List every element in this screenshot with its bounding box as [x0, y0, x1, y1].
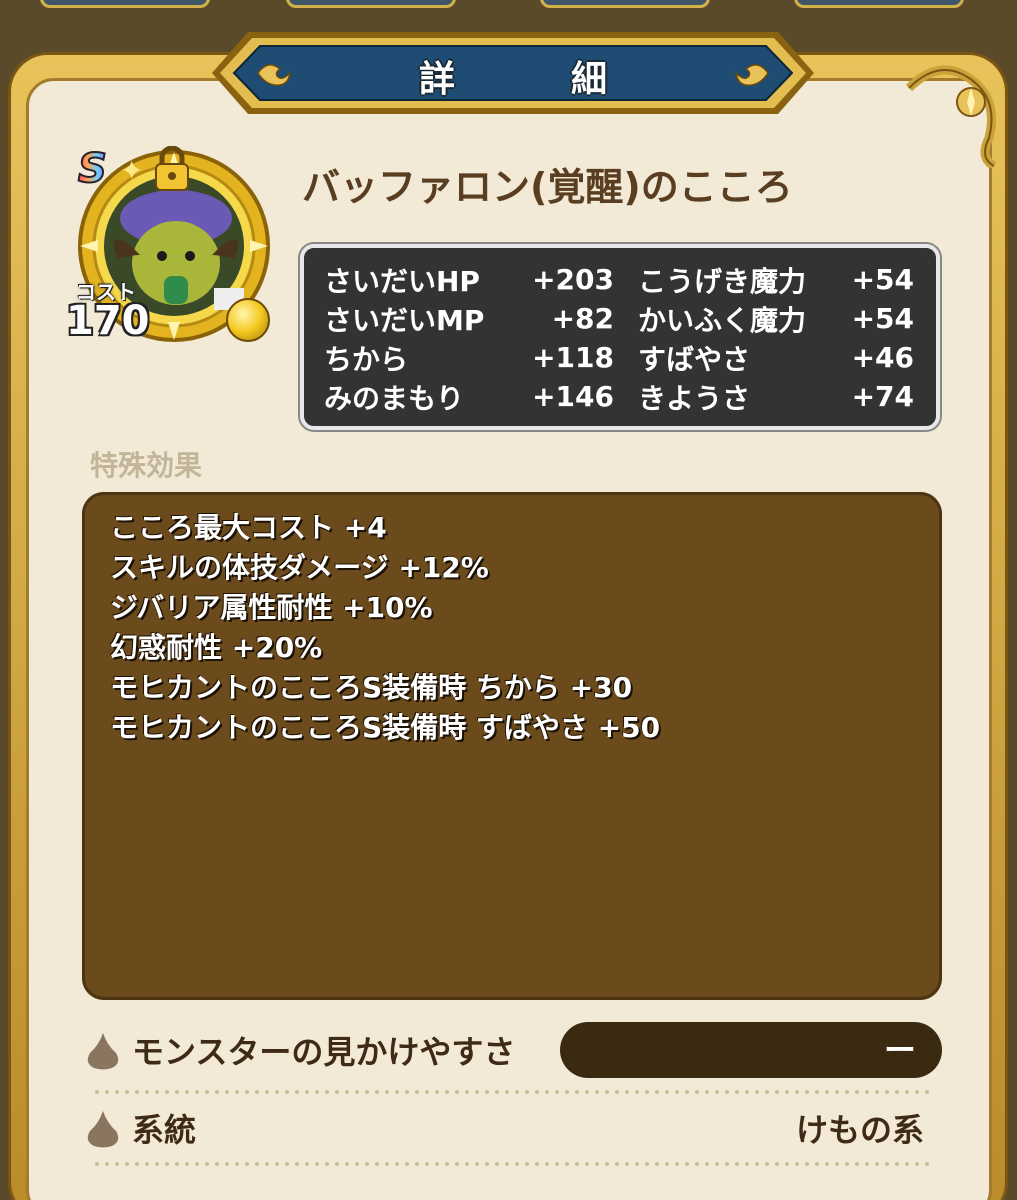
lineage-value: けもの系 — [795, 1111, 924, 1149]
effect-line: 幻惑耐性 +20% — [110, 631, 323, 664]
stat-label: さいだいHP — [324, 264, 480, 298]
dotted-divider — [92, 1162, 932, 1166]
rank-badge: S — [77, 145, 108, 193]
effects-heading: 特殊効果 — [90, 449, 203, 482]
stat-label: さいだいMP — [324, 303, 485, 337]
stat-label: かいふく魔力 — [638, 303, 807, 337]
effect-line: スキルの体技ダメージ +12% — [110, 551, 489, 584]
stat-value: +146 — [532, 380, 614, 413]
lineage-label: 系統 — [132, 1111, 197, 1149]
visibility-value[interactable]: ー — [560, 1022, 942, 1078]
stat-value: +46 — [851, 341, 914, 374]
effect-line: モヒカントのこころS装備時 すばやさ +50 — [110, 711, 661, 744]
corner-ornament-icon — [905, 65, 997, 168]
stat-label: きようさ — [638, 381, 751, 415]
sparkle-icon: ✦ — [120, 154, 144, 187]
stat-value: +82 — [551, 302, 614, 335]
stat-label: こうげき魔力 — [638, 264, 807, 298]
effects-box[interactable]: こころ最大コスト +4 スキルの体技ダメージ +12% ジバリア属性耐性 +10… — [82, 492, 942, 1000]
window-title: 詳 細 — [418, 59, 647, 100]
stat-label: すばやさ — [638, 342, 751, 376]
drop-bullet-icon — [87, 1111, 119, 1148]
lock-icon[interactable] — [152, 146, 192, 192]
top-tab — [540, 0, 710, 8]
stat-row: ちから +118 すばやさ +46 — [324, 338, 916, 377]
stat-label: ちから — [324, 342, 409, 376]
effect-line: こころ最大コスト +4 — [110, 511, 387, 544]
title-banner: 詳 細 — [208, 26, 818, 120]
stat-row: さいだいHP +203 こうげき魔力 +54 — [324, 260, 916, 299]
visibility-row: モンスターの見かけやすさ ー — [82, 1018, 942, 1082]
drop-bullet-icon — [87, 1033, 119, 1070]
stat-value: +118 — [532, 341, 614, 374]
top-tab — [40, 0, 210, 8]
stat-value: +203 — [532, 263, 614, 296]
gold-orb-icon — [226, 298, 270, 342]
stat-value: +54 — [851, 302, 914, 335]
monster-name: バッファロン(覚醒)のこころ — [302, 165, 793, 209]
stat-label: みのまもり — [324, 381, 465, 415]
stats-box: さいだいHP +203 こうげき魔力 +54 さいだいMP +82 かいふく魔力… — [300, 244, 940, 430]
stat-row: さいだいMP +82 かいふく魔力 +54 — [324, 299, 916, 338]
dotted-divider — [92, 1090, 932, 1094]
lineage-row: 系統 けもの系 — [82, 1096, 942, 1160]
top-tab — [794, 0, 964, 8]
stat-value: +54 — [851, 263, 914, 296]
effect-line: モヒカントのこころS装備時 ちから +30 — [110, 671, 633, 704]
effect-line: ジバリア属性耐性 +10% — [110, 591, 433, 624]
top-tab — [286, 0, 456, 8]
stat-value: +74 — [851, 380, 914, 413]
visibility-label: モンスターの見かけやすさ — [132, 1033, 516, 1071]
stat-row: みのまもり +146 きようさ +74 — [324, 377, 916, 416]
cost-value: 170 — [66, 298, 150, 344]
